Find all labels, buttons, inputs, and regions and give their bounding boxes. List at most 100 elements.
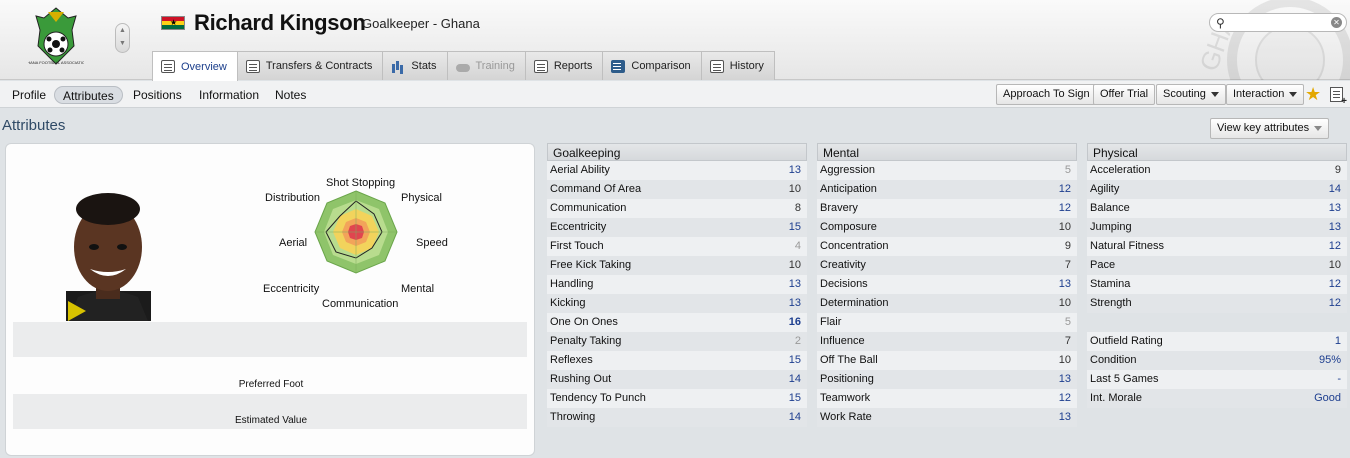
attribute-row[interactable]: Tendency To Punch 15 [547,389,807,408]
attribute-row[interactable]: Stamina 12 [1087,275,1347,294]
subnav-attributes[interactable]: Attributes [54,86,123,104]
attribute-value: 13 [1328,221,1341,233]
attribute-name: Eccentricity [550,221,607,233]
attribute-row[interactable]: Aerial Ability 13 [547,161,807,180]
attribute-name: Stamina [1090,278,1131,290]
attribute-row[interactable]: Decisions 13 [817,275,1077,294]
tab-transfers-contracts[interactable]: Transfers & Contracts [236,51,384,80]
scouting-dropdown[interactable]: Scouting [1156,84,1226,105]
attribute-row[interactable]: Creativity 7 [817,256,1077,275]
attribute-name: Penalty Taking [550,335,622,347]
attribute-row[interactable]: Work Rate 13 [817,408,1077,427]
subnav-notes[interactable]: Notes [267,86,314,104]
attribute-row[interactable]: Penalty Taking 2 [547,332,807,351]
attribute-row[interactable]: First Touch 4 [547,237,807,256]
tab-label: Reports [553,60,593,72]
attribute-row[interactable]: Kicking 13 [547,294,807,313]
clear-search-icon[interactable]: ✕ [1331,17,1342,28]
interaction-dropdown[interactable]: Interaction [1226,84,1305,105]
attribute-row[interactable]: Flair 5 [817,313,1077,332]
attribute-row[interactable]: Agility 14 [1087,180,1347,199]
attribute-row[interactable]: Determination 10 [817,294,1077,313]
attribute-name: Creativity [820,259,866,271]
attribute-value: 12 [1328,240,1341,252]
attribute-name: Concentration [820,240,889,252]
attribute-name: Communication [550,202,627,214]
attribute-row[interactable]: Reflexes 15 [547,351,807,370]
attribute-value: 13 [788,297,801,309]
physical-column: Physical Acceleration 9 Agility 14 Balance 13… [1087,143,1347,408]
offer-trial-button[interactable]: Offer Trial [1093,84,1156,105]
attribute-value: 10 [788,183,801,195]
attribute-value: 15 [788,221,801,233]
goalkeeping-column: Goalkeeping Aerial Ability 13 Command Of A… [547,143,807,427]
status-row: Outfield Rating 1 [1087,332,1347,351]
attribute-row[interactable]: Handling 13 [547,275,807,294]
search-input[interactable]: ⚲ ✕ [1209,13,1347,32]
attribute-row[interactable]: Positioning 13 [817,370,1077,389]
attribute-name: Free Kick Taking [550,259,632,271]
attribute-name: Reflexes [550,354,593,366]
attribute-name: Decisions [820,278,868,290]
preferred-foot-label: Preferred Foot [238,379,304,390]
attribute-name: Natural Fitness [1090,240,1164,252]
subnav-positions[interactable]: Positions [125,86,190,104]
attribute-row[interactable]: Concentration 9 [817,237,1077,256]
radar-label-aerial: Aerial [279,237,308,249]
attribute-row[interactable]: Composure 10 [817,218,1077,237]
status-row: Last 5 Games - [1087,370,1347,389]
tab-overview[interactable]: Overview [152,51,238,81]
attribute-row[interactable]: Acceleration 9 [1087,161,1347,180]
attribute-value: 7 [1064,259,1071,271]
attribute-row[interactable]: Bravery 12 [817,199,1077,218]
radar-label-distribution: Distribution [265,192,321,204]
tab-comparison[interactable]: Comparison [602,51,702,80]
subnav-profile[interactable]: Profile [4,86,54,104]
radar-label-speed: Speed [416,237,448,249]
attribute-value: 5 [1064,316,1071,328]
view-key-attributes-button[interactable]: View key attributes [1210,118,1330,139]
attribute-value: 5 [1064,164,1071,176]
attribute-row[interactable]: Pace 10 [1087,256,1347,275]
add-note-icon[interactable] [1330,87,1347,107]
tab-label: Comparison [631,60,691,72]
tab-training[interactable]: Training [446,51,526,80]
attribute-row[interactable]: Communication 8 [547,199,807,218]
attribute-row[interactable]: Aggression 5 [817,161,1077,180]
attribute-name: Off The Ball [820,354,878,366]
status-value: 95% [1318,354,1341,366]
player-header: GHANA FOOTBALL ASSOCIATION GHA ▲▼ ★ Rich… [0,0,1350,81]
attribute-row[interactable]: Teamwork 12 [817,389,1077,408]
tab-stats[interactable]: Stats [382,51,448,80]
attribute-name: One On Ones [550,316,618,328]
shortlist-star-icon[interactable]: ★ [1305,84,1321,104]
attribute-row[interactable]: Jumping 13 [1087,218,1347,237]
attribute-name: Rushing Out [550,373,612,385]
player-profile-panel: Shot Stopping Distribution Physical Aeri… [5,143,535,456]
attribute-row[interactable]: Balance 13 [1087,199,1347,218]
attribute-row[interactable]: Command Of Area 10 [547,180,807,199]
attribute-row[interactable]: Influence 7 [817,332,1077,351]
attribute-row[interactable]: Strength 12 [1087,294,1347,313]
attribute-row[interactable]: Rushing Out 14 [547,370,807,389]
attribute-row[interactable]: Throwing 14 [547,408,807,427]
player-scroller[interactable]: ▲ ▼ [115,23,130,53]
tab-history[interactable]: History [700,51,775,80]
tab-reports[interactable]: Reports [524,51,604,80]
attribute-value: 7 [1064,335,1071,347]
status-name: Last 5 Games [1090,373,1159,385]
attribute-row[interactable]: Off The Ball 10 [817,351,1077,370]
attribute-row[interactable]: Eccentricity 15 [547,218,807,237]
approach-to-sign-button[interactable]: Approach To Sign [996,84,1097,105]
attribute-row[interactable]: One On Ones 16 [547,313,807,332]
chevron-down-icon [1210,91,1219,97]
scouting-label: Scouting [1163,88,1206,100]
attribute-value: 13 [1328,202,1341,214]
subnav-information[interactable]: Information [191,86,267,104]
attribute-row[interactable]: Natural Fitness 12 [1087,237,1347,256]
attribute-row[interactable]: Anticipation 12 [817,180,1077,199]
section-title: Attributes [2,117,66,134]
attribute-name: Agility [1090,183,1120,195]
attribute-row[interactable]: Free Kick Taking 10 [547,256,807,275]
attribute-value: 16 [788,316,801,328]
